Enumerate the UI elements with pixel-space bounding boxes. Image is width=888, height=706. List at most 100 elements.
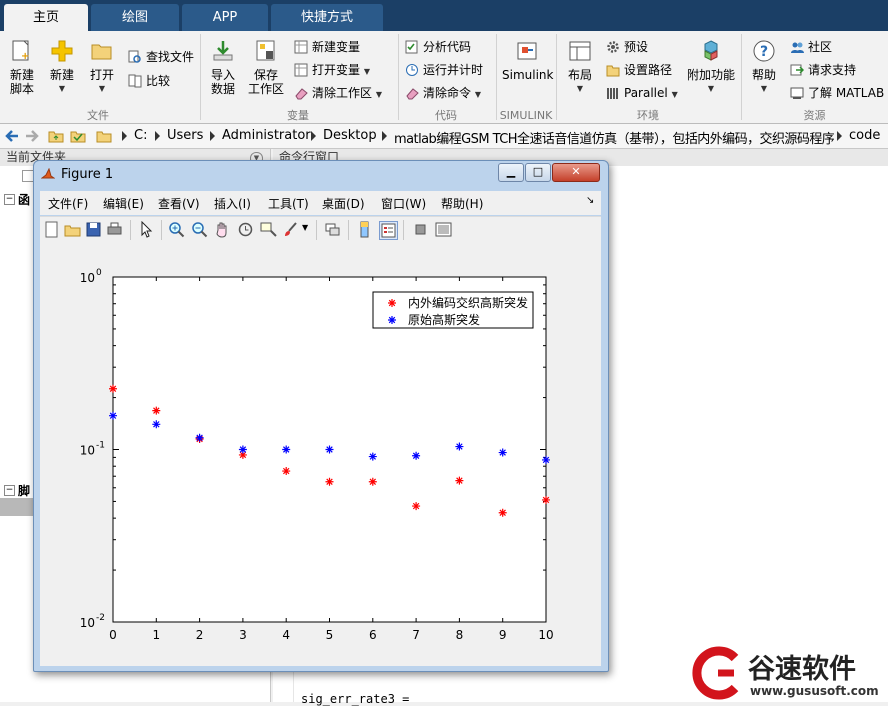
layout-icon xyxy=(568,39,592,63)
help-button[interactable]: ? 帮助 ▼ xyxy=(748,39,780,96)
breadcrumb-item[interactable]: C: xyxy=(134,128,147,143)
tab-home[interactable]: 主页 xyxy=(4,4,88,31)
run-and-time-button[interactable]: 运行并计时 xyxy=(405,60,483,80)
command-output-text: sig_err_rate3 = xyxy=(301,692,410,706)
breadcrumb-item[interactable]: Users xyxy=(167,128,203,143)
new-script-button[interactable]: + 新建 脚本 xyxy=(6,39,38,96)
open-file-icon[interactable] xyxy=(64,221,81,238)
data-point xyxy=(282,445,291,454)
x-tick-label: 5 xyxy=(326,628,334,642)
new-figure-icon[interactable] xyxy=(43,221,60,238)
new-button[interactable]: 新建 ▼ xyxy=(46,39,78,96)
menu-desktop[interactable]: 桌面(D) xyxy=(322,195,365,212)
print-icon[interactable] xyxy=(106,221,123,238)
gear-icon xyxy=(606,40,620,54)
menu-file[interactable]: 文件(F) xyxy=(48,195,88,212)
up-folder-icon[interactable] xyxy=(48,128,64,147)
show-plot-tools-icon[interactable] xyxy=(435,221,452,238)
hide-plot-tools-icon[interactable] xyxy=(412,221,429,238)
legend-marker xyxy=(388,299,396,307)
pointer-icon[interactable] xyxy=(138,220,155,238)
data-cursor-icon[interactable] xyxy=(260,221,277,238)
breadcrumb-item[interactable]: matlab编程GSM TCH全速话音信道仿真（基带），包括内外编码，交织源码程… xyxy=(394,128,834,147)
colorbar-icon[interactable] xyxy=(356,221,373,238)
addons-icon xyxy=(699,39,723,63)
selected-file-row[interactable] xyxy=(0,498,34,516)
clear-workspace-button[interactable]: 清除工作区 ▼ xyxy=(294,83,382,103)
community-button[interactable]: 社区 xyxy=(790,37,832,57)
simulink-button[interactable]: Simulink xyxy=(502,39,553,82)
collapse-icon[interactable]: − xyxy=(4,194,15,205)
dock-arrow-icon[interactable]: ↘ xyxy=(586,195,594,206)
tree-node-functions[interactable]: 函 xyxy=(18,191,30,208)
import-data-button[interactable]: 导入 数据 xyxy=(206,39,240,96)
request-support-button[interactable]: 请求支持 xyxy=(790,60,856,80)
legend-marker xyxy=(388,316,396,324)
breadcrumb-item[interactable]: Desktop xyxy=(323,128,377,143)
preferences-label: 预设 xyxy=(624,40,649,54)
data-point xyxy=(238,445,247,454)
minimize-button[interactable]: ▁ xyxy=(498,163,524,182)
data-point xyxy=(325,445,334,454)
find-files-button[interactable]: 查找文件 xyxy=(128,47,194,67)
layout-button[interactable]: 布局 ▼ xyxy=(563,39,597,96)
group-label-code: 代码 xyxy=(435,109,457,122)
breadcrumb-separator-icon xyxy=(837,131,842,141)
preferences-button[interactable]: 预设 xyxy=(606,37,648,57)
maximize-button[interactable]: □ xyxy=(525,163,551,182)
chevron-down-icon[interactable]: ▼ xyxy=(302,223,308,232)
close-button[interactable]: ✕ xyxy=(552,163,600,182)
breadcrumb-item[interactable]: code xyxy=(849,128,888,143)
save-workspace-label: 保存 工作区 xyxy=(247,68,284,96)
legend-icon[interactable] xyxy=(379,221,398,240)
data-point xyxy=(368,452,377,461)
open-variable-button[interactable]: 打开变量 ▼ xyxy=(294,60,370,80)
clear-commands-button[interactable]: 清除命令 ▼ xyxy=(405,83,481,103)
zoom-in-icon[interactable] xyxy=(168,221,185,238)
save-workspace-button[interactable]: 保存 工作区 xyxy=(246,39,286,96)
link-plot-icon[interactable] xyxy=(324,221,341,238)
forward-arrow-icon[interactable] xyxy=(24,128,40,147)
open-label: 打开 xyxy=(89,68,114,82)
figure-title: Figure 1 xyxy=(61,167,114,182)
menu-view[interactable]: 查看(V) xyxy=(158,195,200,212)
menu-edit[interactable]: 编辑(E) xyxy=(103,195,144,212)
parallel-button[interactable]: Parallel ▼ xyxy=(606,83,678,103)
back-arrow-icon[interactable] xyxy=(4,128,20,147)
analyze-code-button[interactable]: 分析代码 xyxy=(405,37,471,57)
breadcrumb-item[interactable]: Administrator xyxy=(222,128,311,143)
figure-window[interactable]: Figure 1 ▁ □ ✕ 文件(F) 编辑(E) 查看(V) 插入(I) 工… xyxy=(33,160,609,672)
figure-titlebar[interactable]: Figure 1 ▁ □ ✕ xyxy=(34,161,608,189)
menu-insert[interactable]: 插入(I) xyxy=(214,195,251,212)
new-variable-button[interactable]: 新建变量 xyxy=(294,37,360,57)
addons-button[interactable]: 附加功能 ▼ xyxy=(686,39,736,96)
tab-shortcuts[interactable]: 快捷方式 xyxy=(271,4,383,31)
pan-hand-icon[interactable] xyxy=(214,221,231,238)
breadcrumb-separator-icon xyxy=(311,131,316,141)
learn-matlab-button[interactable]: 了解 MATLAB xyxy=(790,83,884,103)
run-and-time-label: 运行并计时 xyxy=(423,63,484,77)
browse-folder-icon[interactable] xyxy=(70,128,86,147)
parallel-label: Parallel xyxy=(624,86,668,100)
tree-node-scripts[interactable]: 脚 xyxy=(18,482,30,499)
set-path-button[interactable]: 设置路径 xyxy=(606,60,672,80)
compare-button[interactable]: 比较 xyxy=(128,71,170,91)
menu-help[interactable]: 帮助(H) xyxy=(441,195,483,212)
help-label: 帮助 xyxy=(751,68,776,82)
chevron-down-icon: ▼ xyxy=(707,84,715,93)
zoom-out-icon[interactable] xyxy=(191,221,208,238)
folder-icon xyxy=(90,39,114,63)
collapse-icon[interactable]: − xyxy=(4,485,15,496)
open-button[interactable]: 打开 ▼ xyxy=(86,39,118,96)
menu-tools[interactable]: 工具(T) xyxy=(268,195,309,212)
legend-entry: 原始高斯突发 xyxy=(408,312,480,327)
brush-icon[interactable] xyxy=(283,221,300,238)
scatter-plot[interactable]: 0 1 2 3 4 5 6 7 8 9 1010 010 -110 -2内外编码交织高斯突发原始高斯突发 xyxy=(40,243,601,666)
tab-plots[interactable]: 绘图 xyxy=(91,4,179,31)
analyze-code-icon xyxy=(405,40,419,54)
menu-window[interactable]: 窗口(W) xyxy=(381,195,426,212)
rotate-3d-icon[interactable] xyxy=(237,221,254,238)
save-icon[interactable] xyxy=(85,221,102,238)
layout-label: 布局 xyxy=(567,68,592,82)
tab-apps[interactable]: APP xyxy=(182,4,268,31)
